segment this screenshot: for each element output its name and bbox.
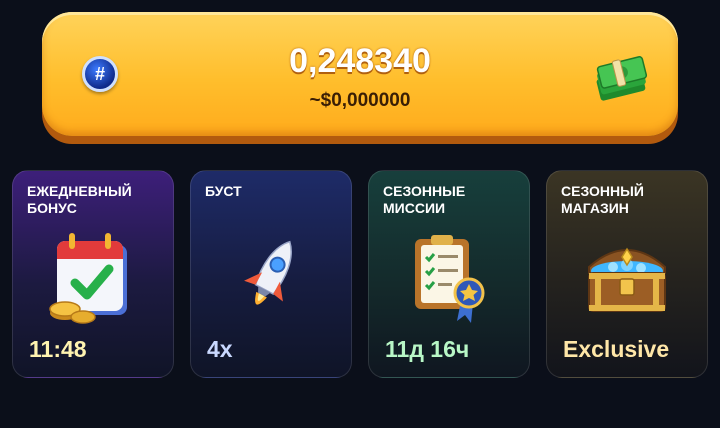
balance-amount: 0,248340	[289, 42, 431, 80]
seasonal-shop-label: Exclusive	[563, 336, 670, 362]
cash-stack-icon	[596, 56, 648, 101]
boost-multiplier: 4x	[207, 336, 233, 362]
balance-panel[interactable]: # 0,248340 ~$0,000000	[42, 12, 678, 136]
seasonal-missions-timer: 11д 16ч	[385, 336, 470, 362]
calendar-check-icon	[49, 233, 127, 324]
daily-bonus-timer: 11:48	[29, 336, 87, 362]
card-title: СЕЗОННЫЙ МАГАЗИН	[561, 183, 644, 216]
card-title: СЕЗОННЫЕ МИССИИ	[383, 183, 466, 216]
daily-bonus-card[interactable]: ЕЖЕДНЕВНЫЙ БОНУС 11:48	[12, 170, 174, 378]
seasonal-shop-card[interactable]: СЕЗОННЫЙ МАГАЗИН Exclusive	[546, 170, 708, 378]
clipboard-medal-icon	[415, 235, 485, 323]
card-title: БУСТ	[205, 183, 242, 199]
card-title: ЕЖЕДНЕВНЫЙ БОНУС	[27, 183, 132, 216]
boost-card[interactable]: БУСТ 4x	[190, 170, 352, 378]
balance-usd: ~$0,000000	[309, 90, 411, 111]
treasure-chest-icon	[588, 247, 666, 312]
seasonal-missions-card[interactable]: СЕЗОННЫЕ МИССИИ 11д 16ч	[368, 170, 530, 378]
rocket-icon	[244, 240, 292, 305]
